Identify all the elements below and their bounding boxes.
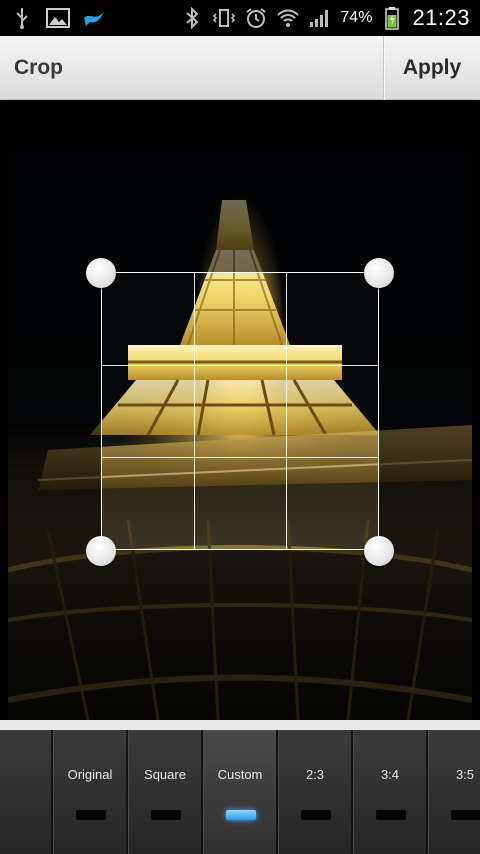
usb-icon xyxy=(10,6,34,30)
selection-pointer xyxy=(229,720,251,730)
battery-percent: 74% xyxy=(340,9,373,26)
crop-shade-right xyxy=(379,272,472,550)
apply-button[interactable]: Apply xyxy=(384,36,480,100)
aspect-option-square[interactable]: Square xyxy=(128,730,202,854)
aspect-option-3-5[interactable]: 3:5 xyxy=(428,730,480,854)
option-indicator xyxy=(376,810,406,820)
aspect-option-label: 3:5 xyxy=(455,767,475,782)
option-indicator xyxy=(451,810,480,820)
aspect-option-label: Custom xyxy=(217,767,263,782)
aspect-option-label: Original xyxy=(67,767,113,782)
aspect-option-custom[interactable]: Custom xyxy=(203,730,277,854)
crop-shade-top xyxy=(8,100,472,272)
vibrate-icon xyxy=(212,6,236,30)
aspect-option-label: 2:3 xyxy=(305,767,325,782)
wifi-icon xyxy=(276,6,300,30)
crop-handle-bottom-left[interactable] xyxy=(86,536,116,566)
crop-handle-top-left[interactable] xyxy=(86,258,116,288)
option-indicator xyxy=(301,810,331,820)
crop-handle-bottom-right[interactable] xyxy=(364,536,394,566)
grid-line xyxy=(102,365,378,366)
bluetooth-icon xyxy=(180,6,204,30)
clock: 21:23 xyxy=(412,5,470,30)
crop-frame[interactable] xyxy=(101,272,379,550)
aspect-option-original[interactable]: Original xyxy=(53,730,127,854)
option-indicator-active xyxy=(226,810,256,820)
page-title: Crop xyxy=(14,56,63,79)
crop-shade-left xyxy=(8,272,101,550)
grid-line xyxy=(102,457,378,458)
crop-handle-top-right[interactable] xyxy=(364,258,394,288)
aspect-ratio-selector: Original Square Custom 2:3 3:4 3:5 xyxy=(0,720,480,854)
aspect-option-3-4[interactable]: 3:4 xyxy=(353,730,427,854)
aspect-option-2-3[interactable]: 2:3 xyxy=(278,730,352,854)
aspect-option-label: Square xyxy=(144,767,186,782)
option-indicator xyxy=(151,810,181,820)
status-bar: 74% 21:23 xyxy=(0,0,480,36)
gallery-icon xyxy=(46,6,70,30)
aspect-option-partial[interactable] xyxy=(0,730,52,854)
grid-line xyxy=(286,273,287,549)
option-indicator xyxy=(76,810,106,820)
action-bar: Crop Apply xyxy=(0,36,480,100)
battery-charging-icon xyxy=(380,6,404,30)
alarm-icon xyxy=(244,6,268,30)
grid-line xyxy=(194,273,195,549)
aspect-option-label: 3:4 xyxy=(380,767,400,782)
crop-shade-bottom xyxy=(8,550,472,720)
crop-canvas[interactable] xyxy=(0,100,480,720)
bird-app-icon xyxy=(82,6,106,30)
signal-icon xyxy=(308,6,332,30)
